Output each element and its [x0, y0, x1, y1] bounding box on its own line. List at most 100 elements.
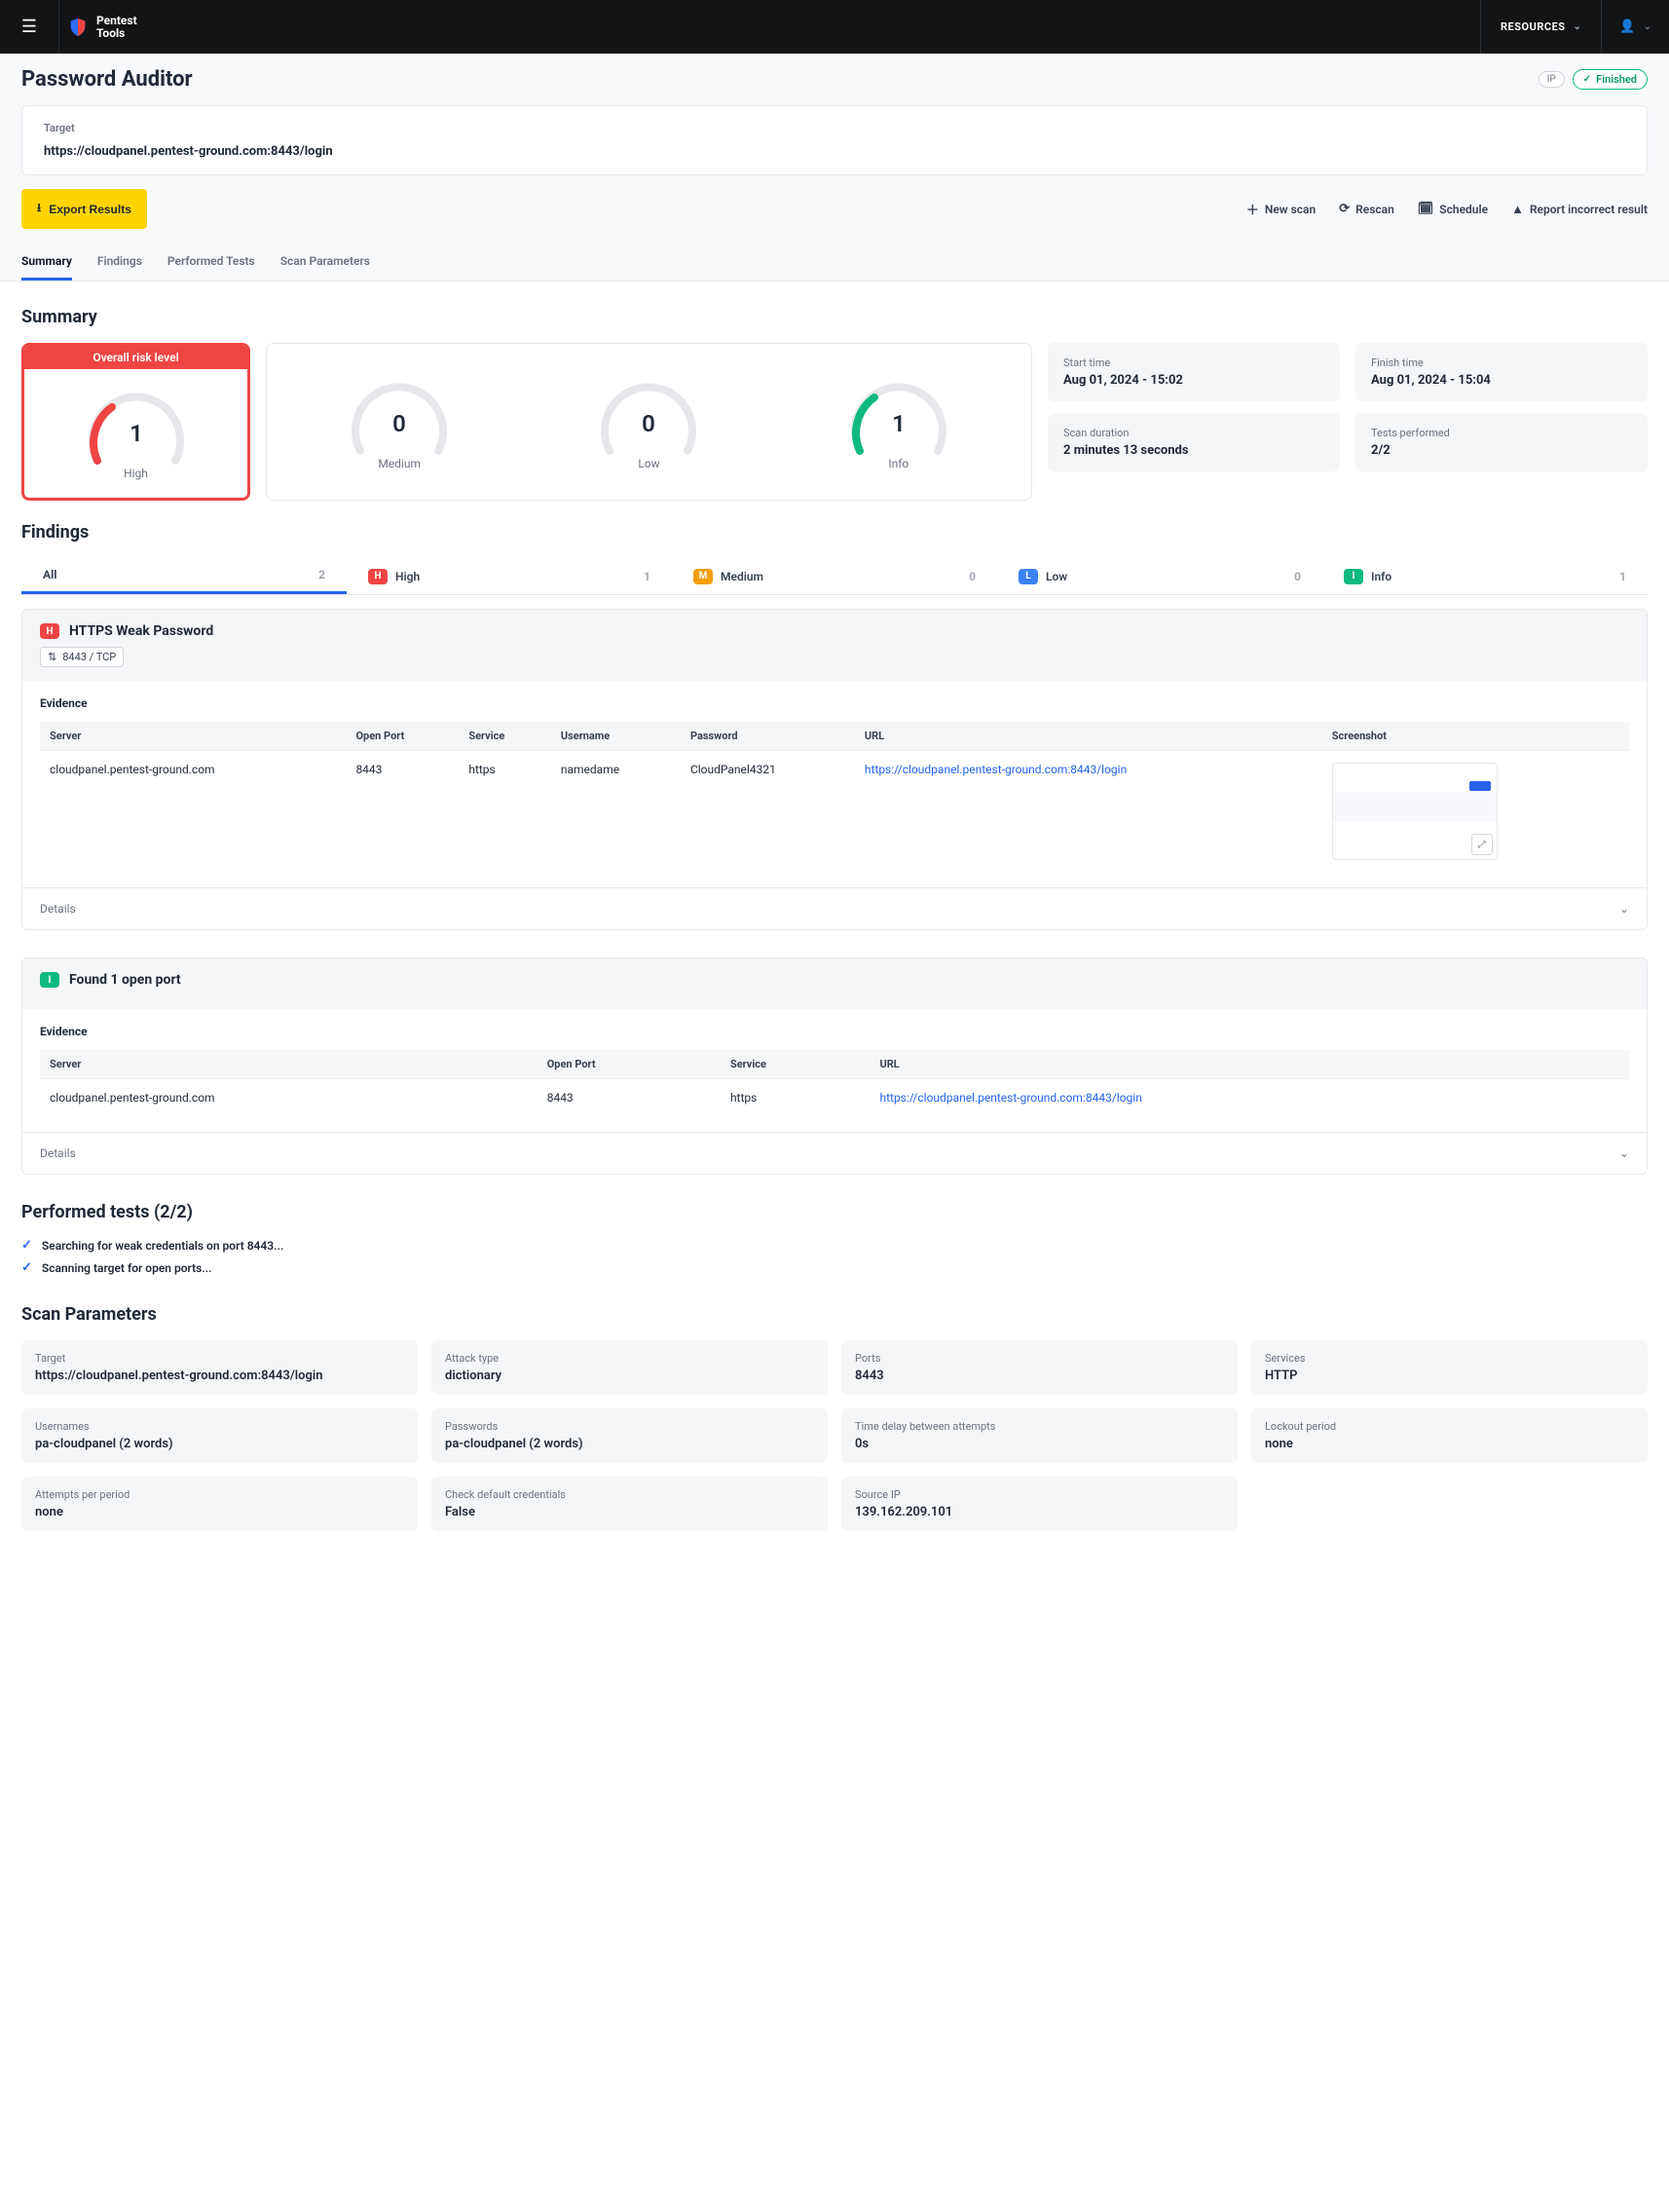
gauge-high: 1 High — [24, 369, 247, 498]
risk-banner: Overall risk level — [24, 346, 247, 369]
param-box: Ports8443 — [841, 1340, 1238, 1395]
gauge-low: 0 Low — [590, 373, 707, 470]
warning-icon: ▲ — [1511, 202, 1524, 217]
tab-performed-tests[interactable]: Performed Tests — [167, 244, 255, 281]
param-label: Passwords — [445, 1420, 814, 1433]
filter-low[interactable]: LLow0 — [997, 558, 1322, 594]
ip-badge: IP — [1539, 71, 1565, 88]
brand-text: PentestTools — [96, 15, 137, 39]
page-title: Password Auditor — [21, 67, 193, 92]
brand[interactable]: PentestTools — [58, 0, 1480, 54]
severity-info-icon: I — [40, 972, 59, 988]
network-icon: ⇅ — [48, 651, 56, 663]
meta-finish-time: Finish time Aug 01, 2024 - 15:04 — [1355, 343, 1648, 401]
page-header: Password Auditor IP Finished Target http… — [0, 54, 1669, 281]
meta-duration: Scan duration 2 minutes 13 seconds — [1048, 413, 1340, 471]
param-value: HTTP — [1265, 1368, 1634, 1383]
param-box: Source IP 139.162.209.101 — [841, 1477, 1238, 1531]
evidence-url-link[interactable]: https://cloudpanel.pentest-ground.com:84… — [865, 763, 1127, 776]
meta-start-time: Start time Aug 01, 2024 - 15:02 — [1048, 343, 1340, 401]
tabs: Summary Findings Performed Tests Scan Pa… — [21, 244, 1648, 281]
tab-scan-parameters[interactable]: Scan Parameters — [280, 244, 370, 281]
param-box: Services HTTP — [1251, 1340, 1648, 1395]
param-box: Usernames pa-cloudpanel (2 words) — [21, 1408, 418, 1463]
evidence-table: Server Open Port Service URL cloudpanel.… — [40, 1050, 1629, 1116]
new-scan-button[interactable]: ＋New scan — [1246, 200, 1316, 218]
severity-info-icon: I — [1344, 569, 1363, 584]
target-value: https://cloudpanel.pentest-ground.com:84… — [44, 144, 1625, 159]
severity-medium-icon: M — [693, 569, 713, 584]
svg-text:0: 0 — [643, 410, 656, 437]
param-box: Attack typedictionary — [431, 1340, 828, 1395]
user-menu[interactable]: 👤⌄ — [1601, 0, 1669, 54]
svg-text:1: 1 — [130, 420, 143, 447]
param-box: Time delay between attempts0s — [841, 1408, 1238, 1463]
chevron-down-icon: ⌄ — [1644, 21, 1651, 32]
param-value: none — [1265, 1437, 1634, 1451]
filter-info[interactable]: IInfo1 — [1322, 558, 1648, 594]
export-button[interactable]: ⭳ Export Results — [21, 189, 147, 229]
evidence-label: Evidence — [40, 1025, 1629, 1038]
findings-filter: All2 HHigh1 MMedium0 LLow0 IInfo1 — [21, 558, 1648, 595]
overall-risk-card: Overall risk level 1 High — [21, 343, 250, 501]
status-badge: Finished — [1573, 69, 1648, 90]
details-toggle[interactable]: Details⌄ — [22, 1132, 1647, 1174]
topbar: ☰ PentestTools RESOURCES⌄ 👤⌄ — [0, 0, 1669, 54]
user-icon: 👤 — [1619, 19, 1635, 34]
param-label: Usernames — [35, 1420, 404, 1433]
param-label: Attempts per period — [35, 1488, 404, 1501]
param-label: Attack type — [445, 1352, 814, 1365]
evidence-url-link[interactable]: https://cloudpanel.pentest-ground.com:84… — [879, 1091, 1141, 1105]
param-value: none — [35, 1505, 404, 1519]
finding-card: I Found 1 open port Evidence Server Open… — [21, 957, 1648, 1175]
gauge-info: 1 Info — [840, 373, 957, 470]
gauges-card: 0 Medium 0 Low 1 Info — [266, 343, 1032, 501]
rescan-button[interactable]: ⟳Rescan — [1339, 202, 1394, 216]
param-value: False — [445, 1505, 814, 1519]
param-value: https://cloudpanel.pentest-ground.com:84… — [35, 1368, 404, 1383]
finding-card: H HTTPS Weak Password ⇅8443 / TCP Eviden… — [21, 609, 1648, 930]
param-label: Check default credentials — [445, 1488, 814, 1501]
evidence-label: Evidence — [40, 696, 1629, 710]
evidence-table: Server Open Port Service Username Passwo… — [40, 722, 1629, 872]
params-grid: Targethttps://cloudpanel.pentest-ground.… — [21, 1340, 1648, 1531]
chevron-down-icon: ⌄ — [1619, 1146, 1629, 1160]
param-label: Lockout period — [1265, 1420, 1634, 1433]
param-value: pa-cloudpanel (2 words) — [35, 1437, 404, 1451]
test-item: ✓Searching for weak credentials on port … — [21, 1238, 1648, 1253]
param-value: 8443 — [855, 1368, 1224, 1383]
filter-all[interactable]: All2 — [21, 558, 347, 594]
param-value: 139.162.209.101 — [855, 1505, 1224, 1519]
param-box: Targethttps://cloudpanel.pentest-ground.… — [21, 1340, 418, 1395]
tab-findings[interactable]: Findings — [97, 244, 142, 281]
severity-low-icon: L — [1019, 569, 1038, 584]
details-toggle[interactable]: Details⌄ — [22, 887, 1647, 929]
expand-icon[interactable]: ⤢ — [1471, 834, 1493, 855]
param-label: Services — [1265, 1352, 1634, 1365]
plus-icon: ＋ — [1246, 200, 1259, 218]
test-item: ✓Scanning target for open ports... — [21, 1260, 1648, 1275]
target-card: Target https://cloudpanel.pentest-ground… — [21, 105, 1648, 175]
check-icon: ✓ — [21, 1260, 32, 1275]
filter-high[interactable]: HHigh1 — [347, 558, 672, 594]
param-label: Source IP — [855, 1488, 1224, 1501]
finding-title: HTTPS Weak Password — [69, 623, 213, 639]
tab-summary[interactable]: Summary — [21, 244, 72, 281]
report-button[interactable]: ▲Report incorrect result — [1511, 202, 1648, 217]
param-box: Lockout period none — [1251, 1408, 1648, 1463]
port-chip: ⇅8443 / TCP — [40, 647, 124, 667]
finding-title: Found 1 open port — [69, 972, 181, 988]
calendar-icon: 🗓 — [1418, 202, 1434, 216]
chevron-down-icon: ⌄ — [1574, 21, 1582, 32]
param-value: 0s — [855, 1437, 1224, 1451]
param-value: pa-cloudpanel (2 words) — [445, 1437, 814, 1451]
findings-heading: Findings — [21, 522, 1648, 543]
check-icon: ✓ — [21, 1238, 32, 1253]
filter-medium[interactable]: MMedium0 — [672, 558, 997, 594]
schedule-button[interactable]: 🗓Schedule — [1418, 202, 1488, 216]
performed-tests-heading: Performed tests (2/2) — [21, 1202, 1648, 1222]
menu-icon[interactable]: ☰ — [0, 17, 58, 37]
screenshot-thumb[interactable]: ⤢ — [1332, 763, 1498, 860]
resources-menu[interactable]: RESOURCES⌄ — [1480, 0, 1601, 54]
chevron-down-icon: ⌄ — [1619, 902, 1629, 916]
